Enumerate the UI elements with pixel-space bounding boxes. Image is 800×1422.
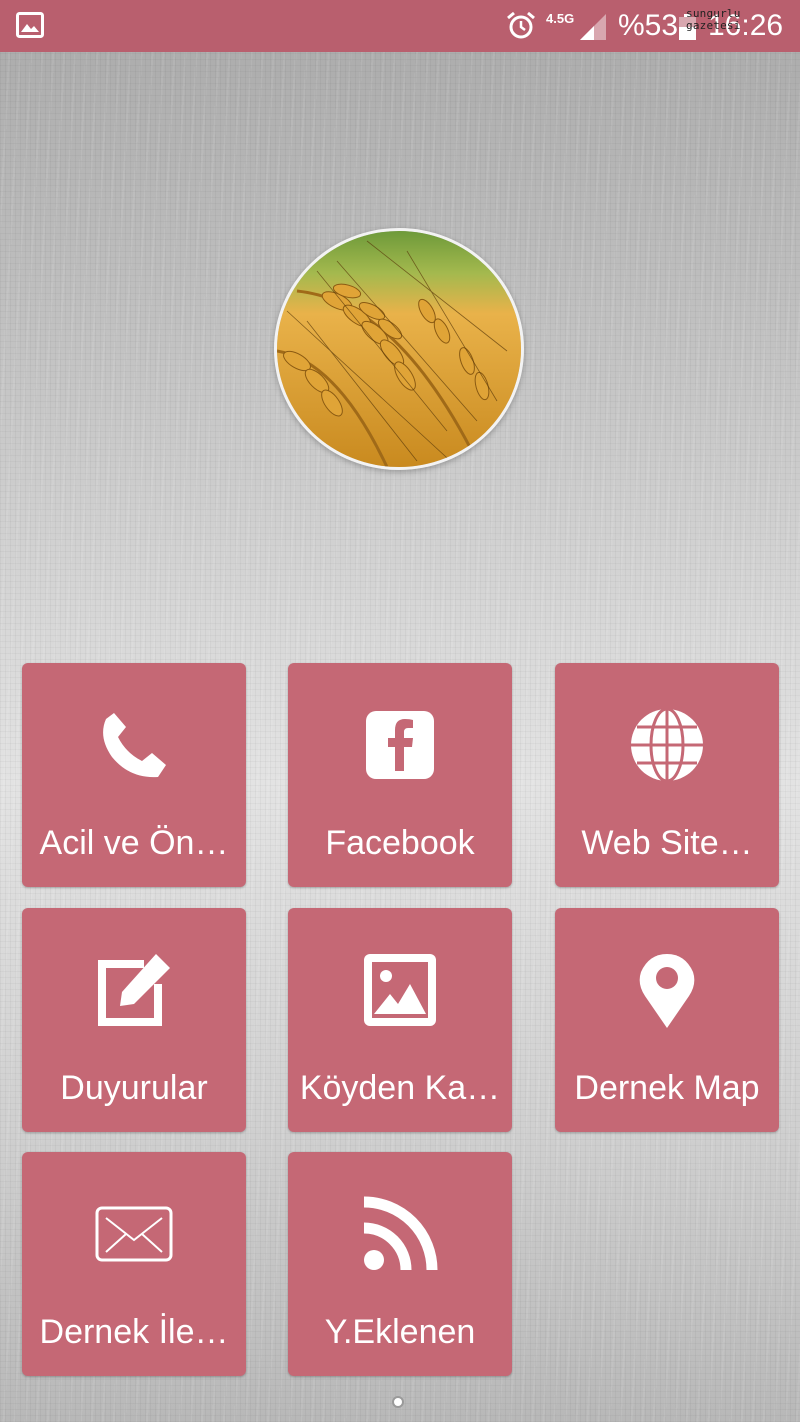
globe-icon — [631, 707, 703, 783]
rss-icon — [363, 1196, 438, 1271]
tile-web-site[interactable]: Web Site… — [555, 663, 779, 887]
tile-y-eklenen[interactable]: Y.Eklenen — [288, 1152, 512, 1376]
tile-label: Dernek Map — [574, 1069, 760, 1107]
facebook-icon — [366, 711, 434, 779]
battery-percent: %53 — [618, 9, 679, 42]
image-icon — [364, 954, 436, 1026]
edit-icon — [98, 954, 170, 1026]
phone-icon — [103, 713, 166, 778]
gallery-icon — [16, 12, 44, 38]
watermark: sungurlu gazetesi — [686, 7, 741, 32]
status-bar: 4.5G %53 16:26 sungurlu gazetesi — [0, 0, 800, 52]
signal-icon — [580, 14, 606, 40]
tile-label: Dernek İle… — [39, 1313, 229, 1351]
tile-label: Duyurular — [60, 1069, 208, 1107]
tile-acil[interactable]: Acil ve Ön… — [22, 663, 246, 887]
page-indicator-dot — [392, 1396, 404, 1408]
tile-label: Y.Eklenen — [324, 1313, 476, 1351]
tile-label: Köyden Ka… — [299, 1069, 501, 1107]
tile-koyden[interactable]: Köyden Ka… — [288, 908, 512, 1132]
tile-label: Acil ve Ön… — [39, 824, 229, 862]
tile-label: Facebook — [325, 824, 475, 862]
mail-icon — [95, 1206, 173, 1262]
tile-dernek-iletisim[interactable]: Dernek İle… — [22, 1152, 246, 1376]
tile-dernek-map[interactable]: Dernek Map — [555, 908, 779, 1132]
tile-facebook[interactable]: Facebook — [288, 663, 512, 887]
network-type: 4.5G — [546, 11, 575, 26]
wheat-logo — [274, 228, 524, 470]
tile-label: Web Site… — [581, 824, 753, 862]
alarm-icon — [507, 11, 535, 39]
tile-duyurular[interactable]: Duyurular — [22, 908, 246, 1132]
map-pin-icon — [639, 954, 695, 1028]
